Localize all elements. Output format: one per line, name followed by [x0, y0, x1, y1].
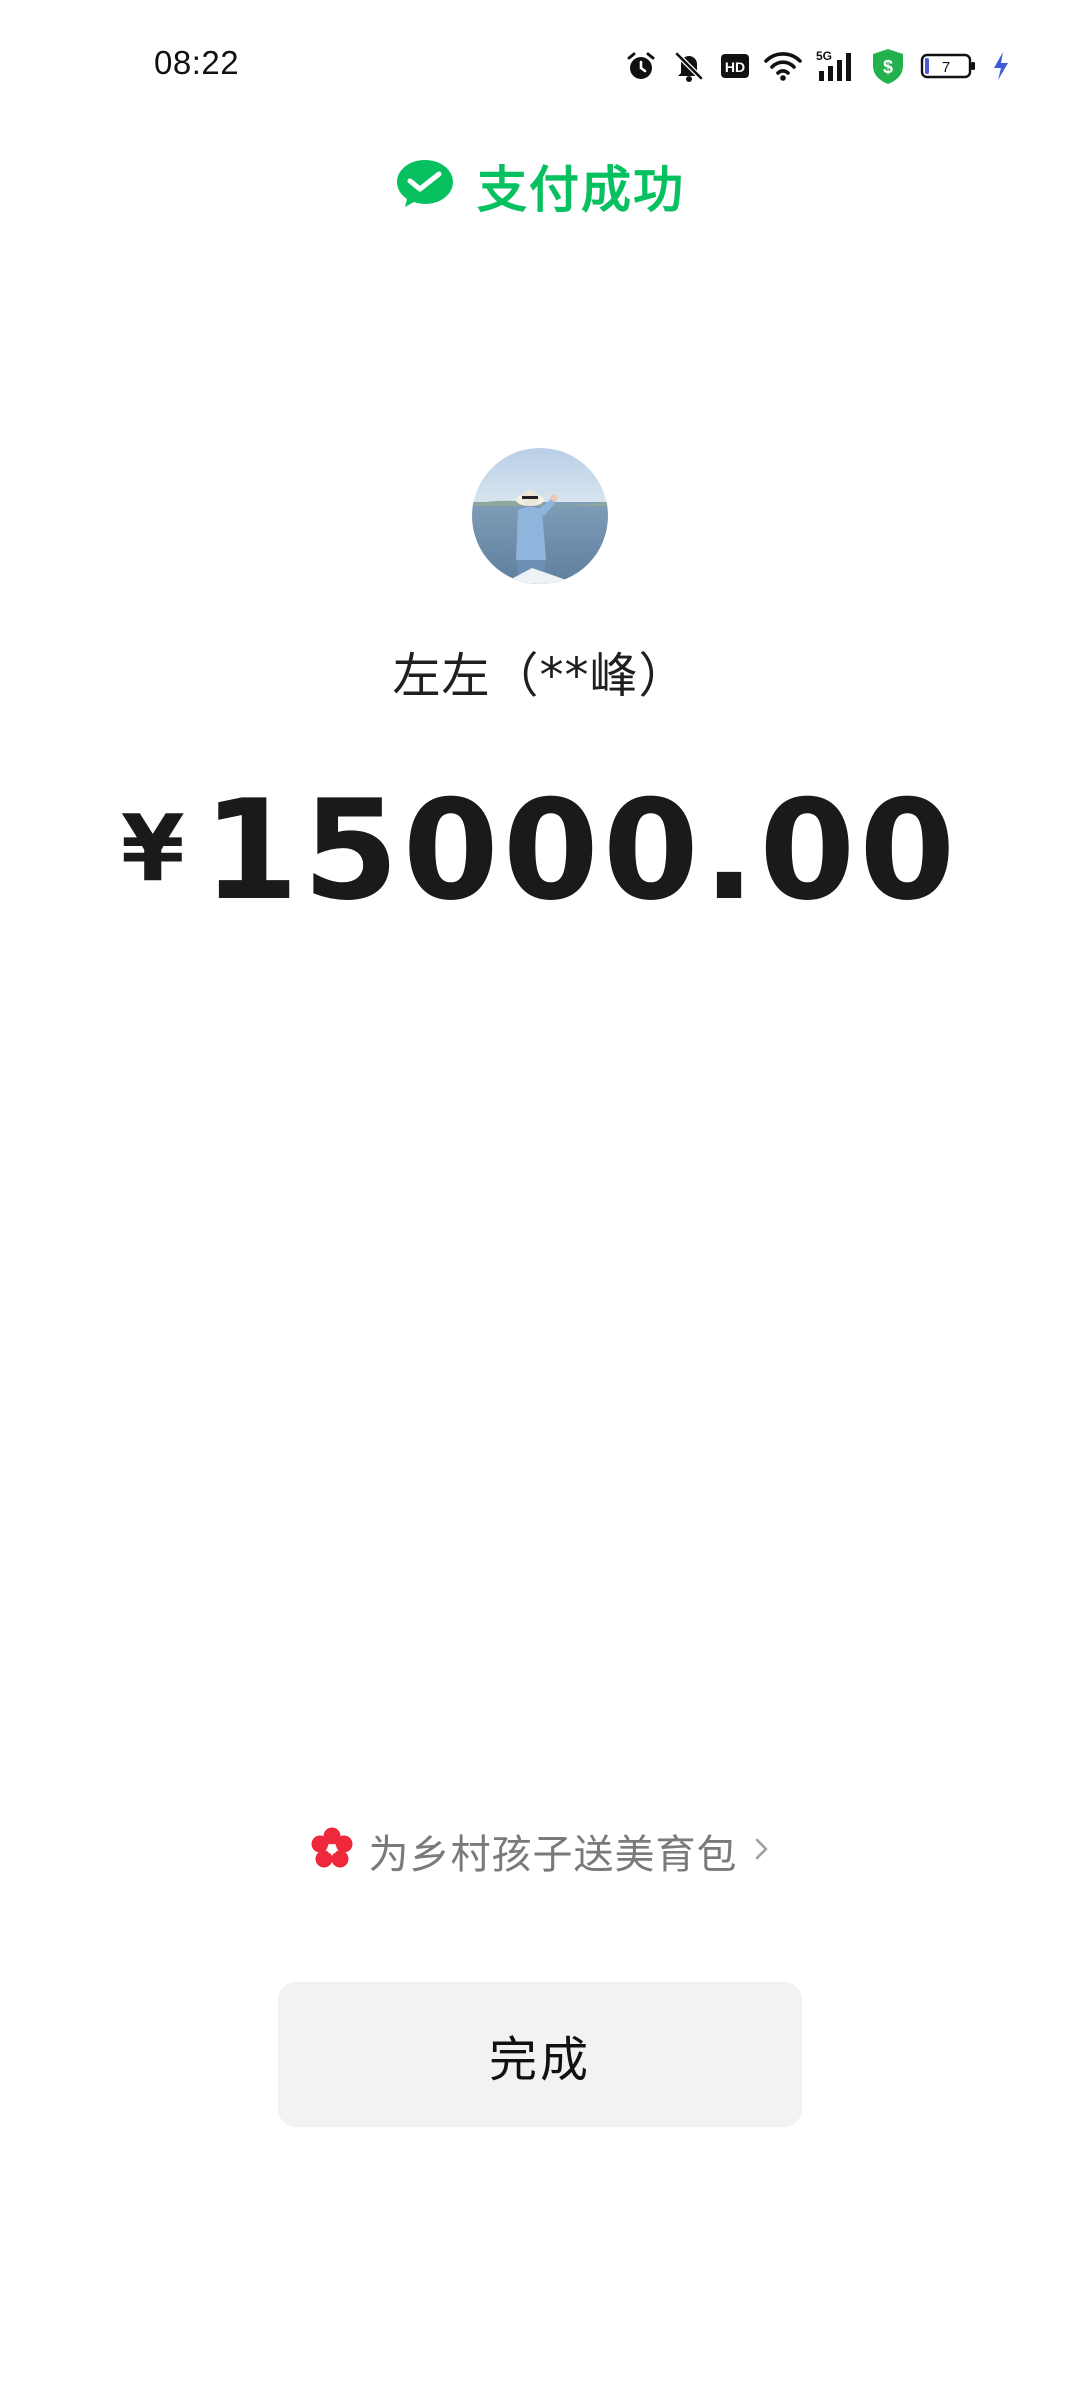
charity-link[interactable]: 为乡村孩子送美育包	[0, 1822, 1080, 1880]
wechat-pay-check-icon	[395, 158, 455, 214]
payment-success-header: 支付成功	[0, 150, 1080, 222]
chevron-right-icon	[752, 1832, 772, 1870]
charging-icon	[992, 51, 1010, 81]
payment-amount: ¥ 15000.00	[0, 770, 1080, 931]
amount-value: 15000.00	[202, 770, 960, 931]
svg-text:$: $	[883, 57, 893, 77]
charity-label: 为乡村孩子送美育包	[368, 1832, 738, 1878]
svg-text:HD: HD	[725, 59, 745, 75]
page-title: 支付成功	[477, 161, 685, 219]
flower-icon	[309, 1826, 355, 1876]
alarm-icon	[624, 49, 658, 83]
svg-text:7: 7	[942, 59, 950, 76]
signal-5g-icon: 5G	[816, 49, 856, 83]
battery-icon: 7	[920, 51, 978, 81]
payee-name: 左左（**峰）	[392, 648, 688, 704]
wifi-icon	[764, 50, 802, 82]
security-shield-icon: $	[870, 47, 906, 85]
svg-text:5G: 5G	[816, 49, 832, 63]
currency-symbol: ¥	[120, 795, 185, 902]
bell-off-icon	[672, 49, 706, 83]
hd-icon: HD	[720, 52, 750, 80]
done-button[interactable]: 完成	[278, 1982, 802, 2127]
avatar	[472, 448, 608, 584]
status-icons: HD 5G $ 7	[624, 44, 1010, 88]
status-time: 08:22	[154, 44, 240, 81]
